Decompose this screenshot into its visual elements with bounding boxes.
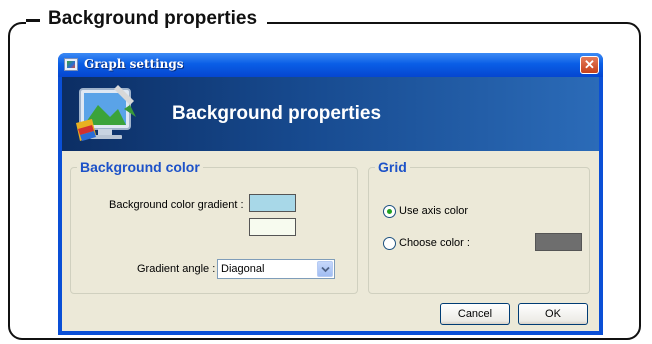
select-value: Diagonal: [221, 263, 265, 275]
gradient-color-2-swatch[interactable]: [249, 218, 296, 236]
monitor-paint-icon: [76, 85, 136, 141]
ok-button[interactable]: OK: [518, 303, 588, 325]
close-button[interactable]: ✕: [580, 56, 599, 74]
titlebar[interactable]: Graph settings ✕: [58, 53, 603, 77]
app-icon: [64, 58, 78, 71]
background-color-group: Background color Background color gradie…: [70, 159, 358, 294]
header-banner: Background properties: [62, 77, 599, 151]
choose-color-radio[interactable]: [383, 237, 396, 250]
choose-color-label[interactable]: Choose color :: [399, 237, 470, 249]
window-title: Graph settings: [84, 57, 184, 71]
grid-color-swatch[interactable]: [535, 233, 582, 251]
gradient-label: Background color gradient :: [109, 199, 244, 211]
angle-label: Gradient angle :: [137, 263, 216, 275]
gradient-angle-select[interactable]: Diagonal: [217, 259, 335, 279]
dialog-window: Graph settings ✕ Background properties B…: [58, 53, 603, 335]
cancel-button[interactable]: Cancel: [440, 303, 510, 325]
use-axis-color-label[interactable]: Use axis color: [399, 205, 468, 217]
dropdown-button[interactable]: [317, 261, 333, 277]
group-title: Background color: [77, 159, 203, 175]
dialog-body: Background color Background color gradie…: [62, 151, 599, 331]
banner-title: Background properties: [172, 103, 382, 124]
gradient-color-1-swatch[interactable]: [249, 194, 296, 212]
figure-caption: Background properties: [26, 6, 268, 32]
grid-group: Grid Use axis color Choose color :: [368, 159, 590, 294]
use-axis-color-radio[interactable]: [383, 205, 396, 218]
group-title: Grid: [375, 159, 410, 175]
chevron-down-icon: [321, 266, 330, 273]
